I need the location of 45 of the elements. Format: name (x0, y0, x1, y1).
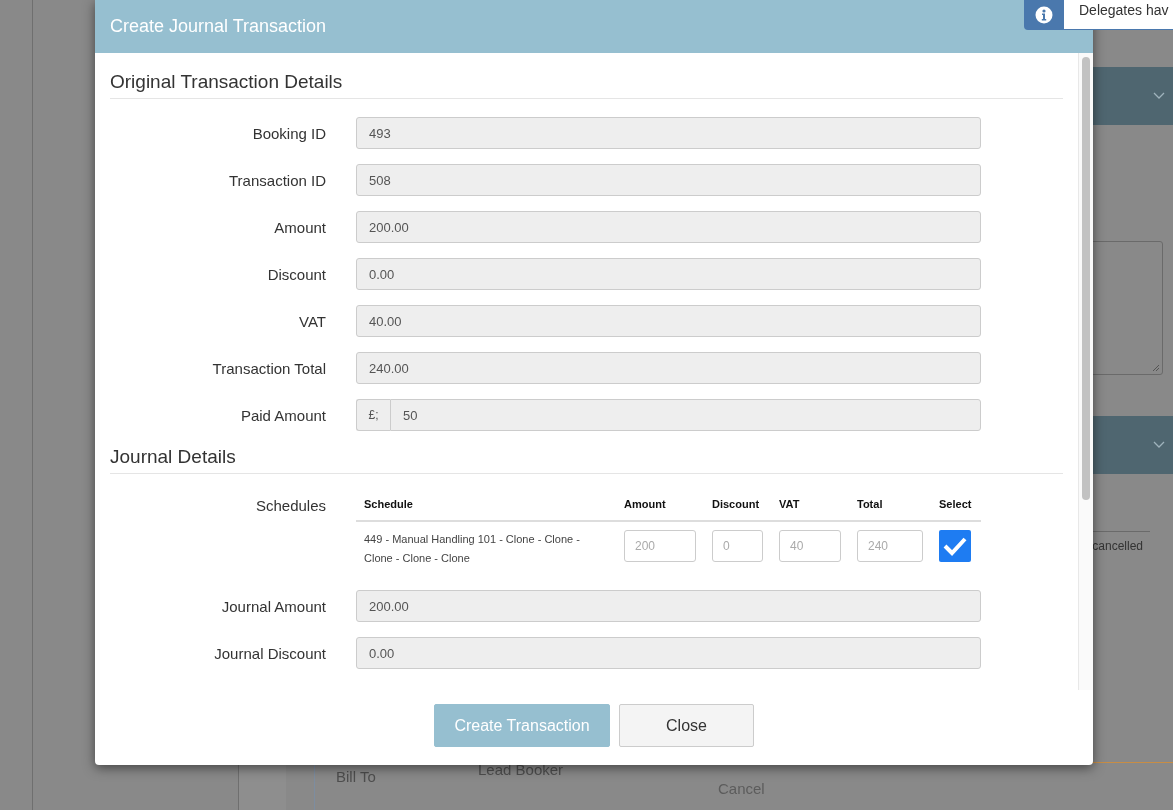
readonly-field[interactable]: 0.00 (356, 637, 981, 669)
bill-to-label: Bill To (336, 768, 377, 785)
schedule-name: 449 - Manual Handling 101 - Clone - Clone - Clone - Clone - Clone (364, 533, 580, 564)
dialog-title: Create Journal Transaction (110, 16, 327, 37)
column-header: Select (931, 492, 981, 521)
checkmark-icon (943, 536, 967, 556)
column-header: Amount (616, 492, 704, 521)
section-heading: Journal Details (110, 446, 1063, 474)
column-header: Schedule (356, 492, 616, 521)
readonly-field[interactable]: 200.00 (356, 211, 981, 243)
currency-addon: £; (356, 399, 390, 431)
amount-input[interactable]: 200 (624, 530, 696, 562)
readonly-field[interactable]: 240.00 (356, 352, 981, 384)
readonly-field[interactable]: 50 (390, 399, 981, 431)
notification-text: Delegates hav (1079, 2, 1169, 18)
readonly-field[interactable]: 493 (356, 117, 981, 149)
amount-input[interactable]: 0 (712, 530, 763, 562)
field-label: Amount (273, 218, 327, 236)
column-header: Discount (704, 492, 771, 521)
info-icon (1035, 6, 1053, 24)
schedules-label: Schedules (254, 496, 327, 516)
field-label: Discount (266, 265, 327, 283)
amount-input[interactable]: 40 (779, 530, 841, 562)
readonly-field[interactable]: 508 (356, 164, 981, 196)
column-header: VAT (771, 492, 849, 521)
field-label: VAT (298, 312, 327, 330)
status-text: cancelled (1092, 539, 1143, 553)
chevron-down-icon (1153, 441, 1165, 449)
amount-input[interactable]: 240 (857, 530, 923, 562)
chevron-down-icon (1153, 92, 1165, 100)
field-label: Journal Discount (213, 644, 327, 662)
field-label: Transaction Total (211, 359, 327, 377)
section-heading: Original Transaction Details (110, 71, 1063, 99)
readonly-field[interactable]: 0.00 (356, 258, 981, 290)
field-label: Journal Amount (220, 597, 327, 615)
field-label: Booking ID (251, 124, 327, 142)
scrollbar[interactable] (1078, 53, 1093, 690)
field-label: Transaction ID (228, 171, 327, 189)
close-button[interactable]: Close (619, 704, 754, 747)
field-label: Paid Amount (239, 406, 327, 424)
column-header: Total (849, 492, 931, 521)
readonly-field[interactable]: 40.00 (356, 305, 981, 337)
select-checkbox[interactable] (939, 530, 971, 562)
resize-handle-icon (1152, 364, 1160, 372)
readonly-field[interactable]: 200.00 (356, 590, 981, 622)
